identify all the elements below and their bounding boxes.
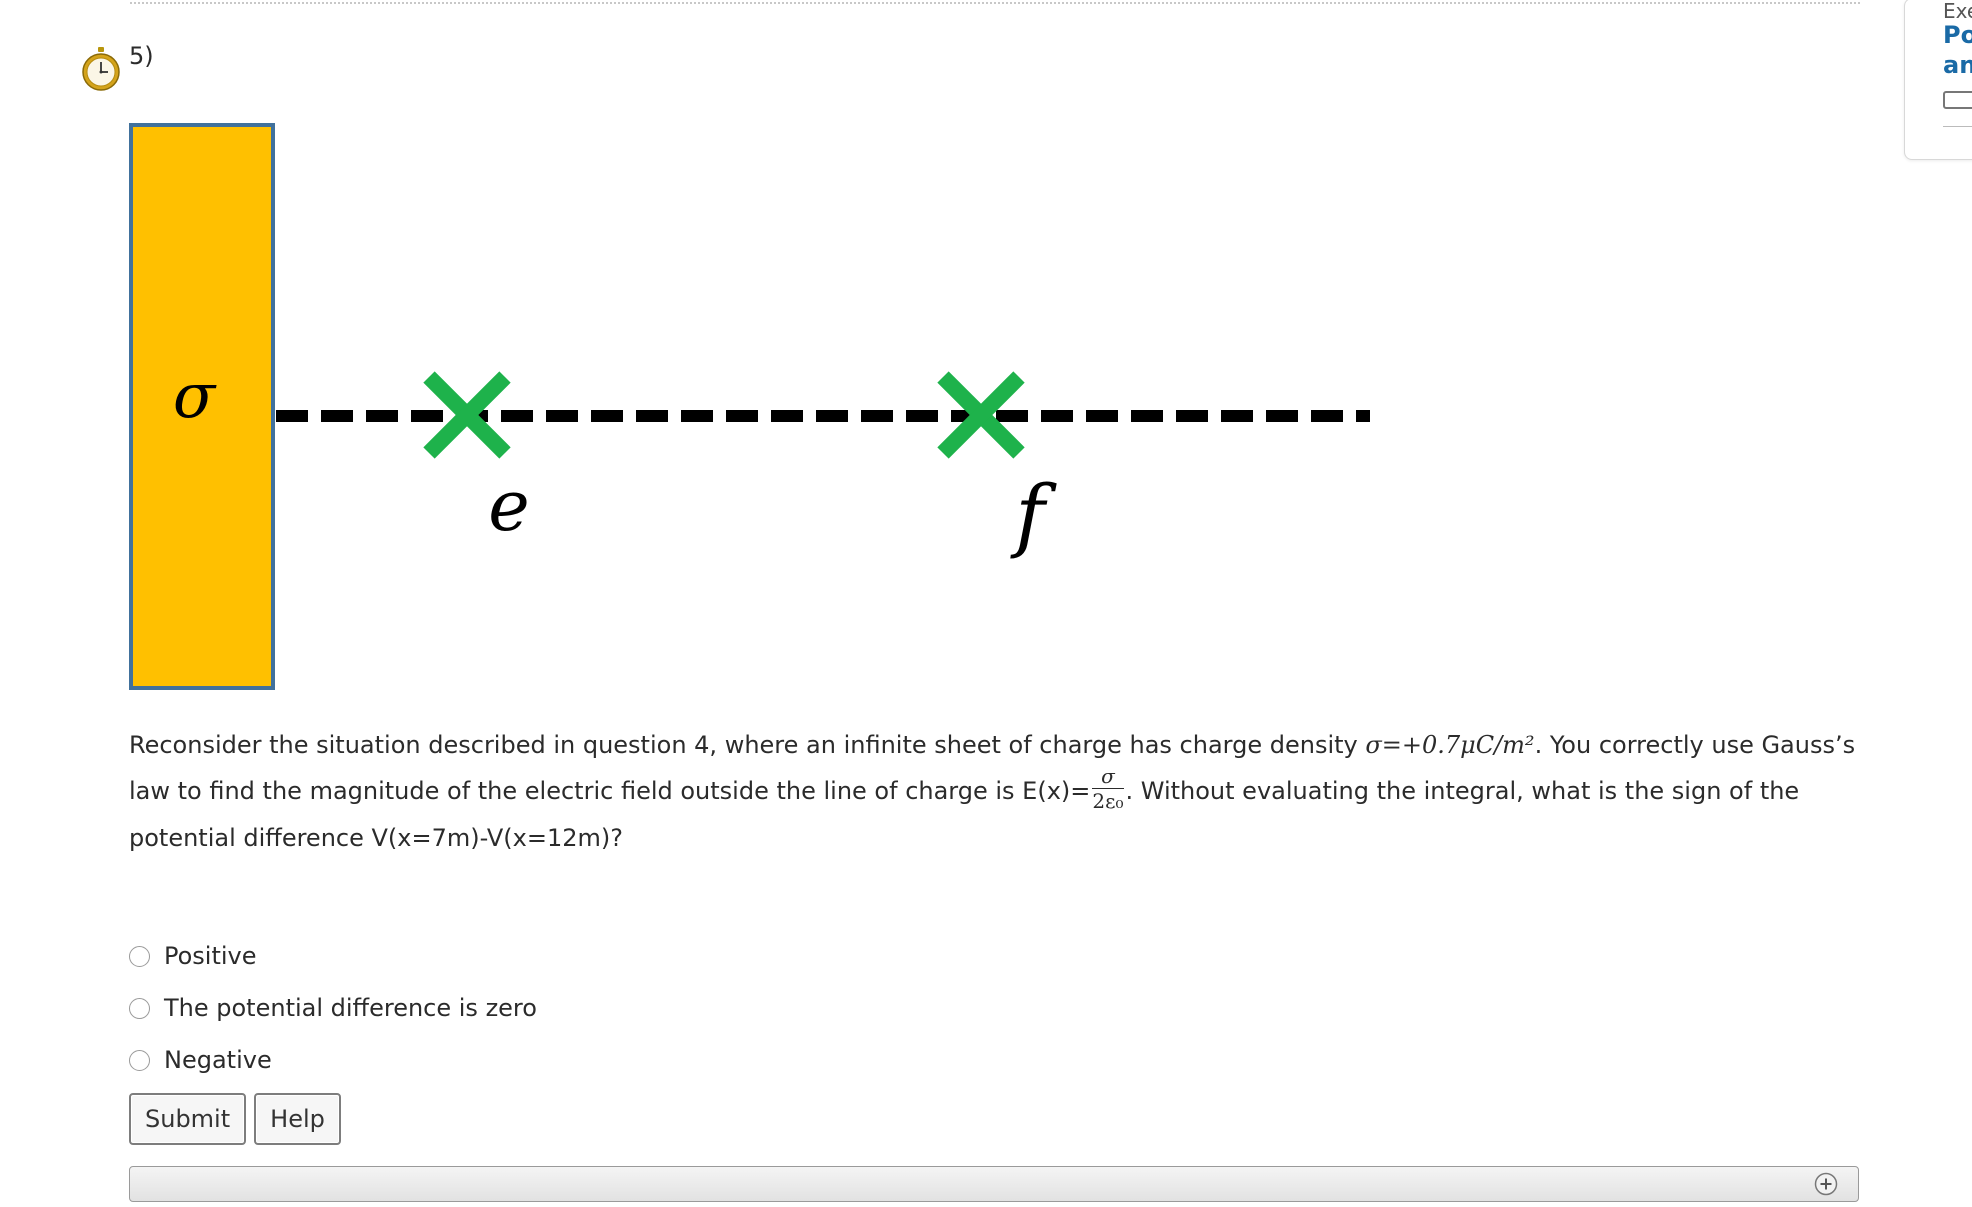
side-panel: Exe Pot and: [1904, 0, 1972, 160]
charge-sheet-diagram: σ e f: [129, 123, 1370, 690]
action-buttons: Submit Help: [129, 1093, 341, 1145]
radio-positive[interactable]: [129, 945, 150, 967]
feedback-bar[interactable]: [129, 1166, 1859, 1202]
radio-negative[interactable]: [129, 1049, 150, 1071]
submit-button[interactable]: Submit: [129, 1093, 247, 1145]
fraction-numerator: σ: [1092, 766, 1124, 789]
option-negative[interactable]: Negative: [129, 1034, 537, 1086]
point-e-label: e: [488, 465, 529, 547]
field-fraction: σ 2ε₀: [1092, 766, 1124, 813]
option-positive[interactable]: Positive: [129, 930, 537, 982]
question-text-part1: Reconsider the situation described in qu…: [129, 731, 1366, 759]
charge-density-math: σ=+0.7μC/m²: [1365, 731, 1535, 759]
side-panel-input[interactable]: [1943, 91, 1972, 109]
option-zero-label: The potential difference is zero: [164, 994, 537, 1022]
answer-options: Positive The potential difference is zer…: [129, 930, 537, 1086]
side-panel-caption: Exe: [1943, 0, 1972, 23]
side-panel-link-1[interactable]: Pot: [1943, 21, 1972, 49]
radio-zero[interactable]: [129, 997, 150, 1019]
option-zero[interactable]: The potential difference is zero: [129, 982, 537, 1034]
top-divider: [130, 2, 1860, 4]
plus-circle-icon[interactable]: [1814, 1172, 1838, 1196]
option-positive-label: Positive: [164, 942, 257, 970]
question-page: 5) σ e f Reconsider the situation descri…: [0, 0, 1972, 1207]
side-panel-link-2[interactable]: and: [1943, 51, 1972, 79]
question-number: 5): [129, 42, 154, 70]
point-f-label: f: [1010, 468, 1057, 561]
sheet-sigma-label: σ: [173, 359, 217, 432]
question-text: Reconsider the situation described in qu…: [129, 722, 1864, 861]
fraction-denominator: 2ε₀: [1092, 788, 1124, 813]
stopwatch-icon: [82, 47, 120, 91]
option-negative-label: Negative: [164, 1046, 272, 1074]
side-panel-divider: [1943, 126, 1972, 127]
help-button[interactable]: Help: [254, 1093, 341, 1145]
